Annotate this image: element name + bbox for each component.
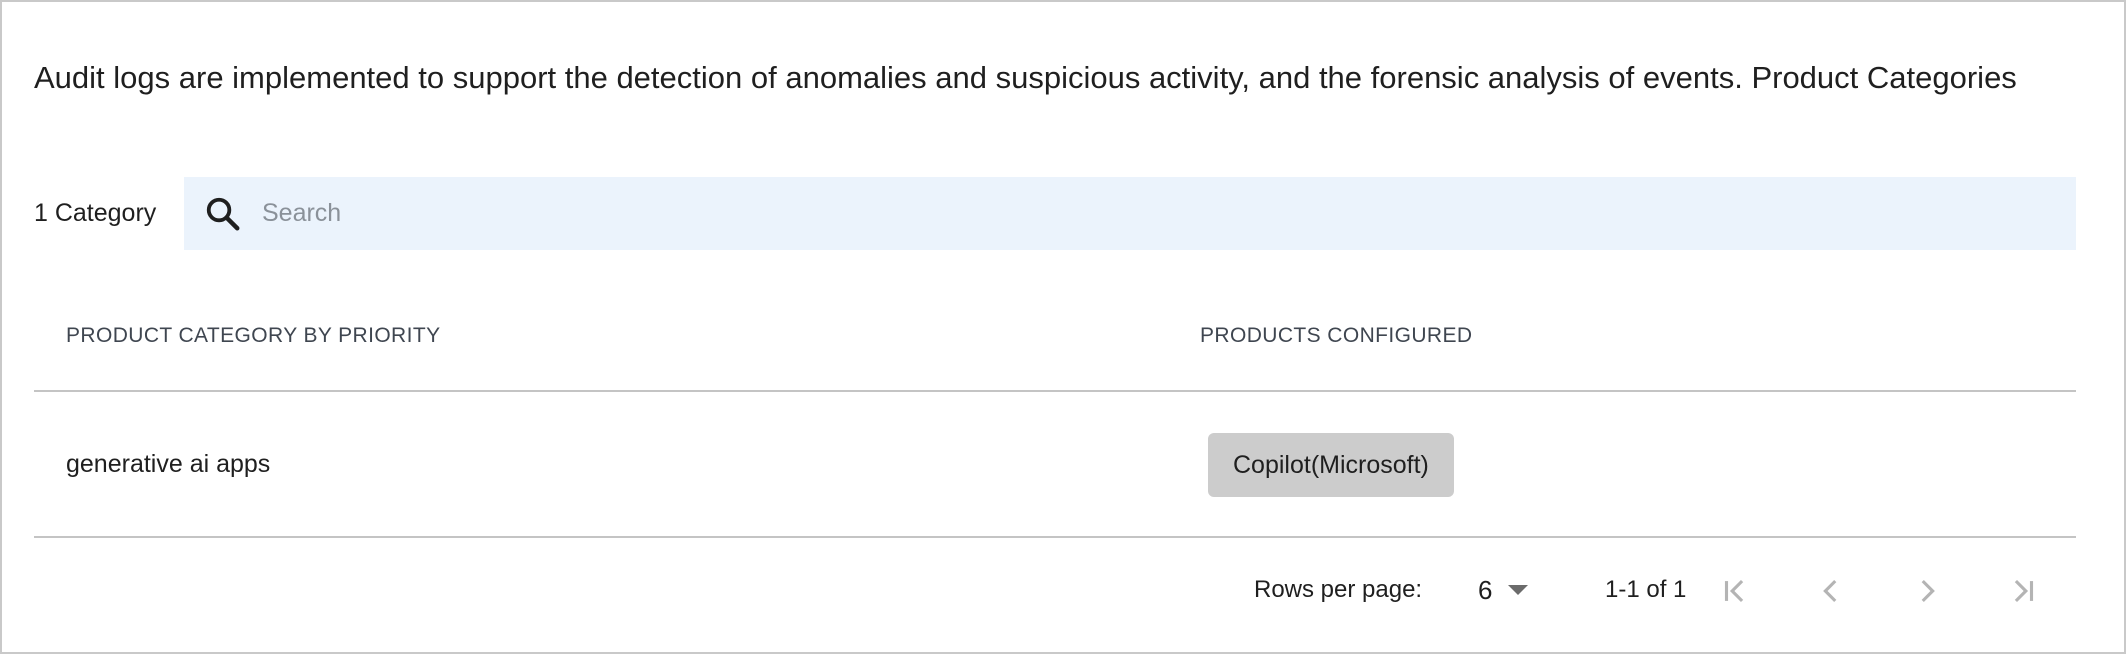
search-input[interactable]	[262, 177, 2052, 250]
category-cell: generative ai apps	[66, 450, 271, 478]
pagination: Rows per page: 6 1-1 of 1	[2, 562, 2126, 618]
column-header-category[interactable]: PRODUCT CATEGORY BY PRIORITY	[66, 324, 441, 348]
page-range-label: 1-1 of 1	[1605, 576, 1687, 603]
column-header-products[interactable]: PRODUCTS CONFIGURED	[1200, 324, 1472, 348]
audit-log-panel: Audit logs are implemented to support th…	[0, 0, 2126, 654]
rows-per-page-label: Rows per page:	[1254, 576, 1423, 603]
first-page-icon[interactable]	[1718, 574, 1752, 608]
search-box[interactable]	[184, 177, 2076, 250]
table-header: PRODUCT CATEGORY BY PRIORITY PRODUCTS CO…	[34, 282, 2076, 392]
toolbar: 1 Category	[34, 177, 2076, 250]
rows-per-page-select[interactable]: 6	[1478, 570, 1529, 610]
table-row[interactable]: generative ai apps Copilot(Microsoft)	[34, 392, 2076, 538]
description-text: Audit logs are implemented to support th…	[34, 60, 2017, 95]
chevron-right-icon[interactable]	[1910, 574, 1944, 608]
search-icon	[204, 195, 242, 233]
rows-per-page-value: 6	[1478, 574, 1493, 605]
last-page-icon[interactable]	[2006, 574, 2040, 608]
product-chip[interactable]: Copilot(Microsoft)	[1208, 433, 1454, 497]
chevron-left-icon[interactable]	[1814, 574, 1848, 608]
category-count: 1 Category	[34, 199, 157, 227]
product-category-table: PRODUCT CATEGORY BY PRIORITY PRODUCTS CO…	[34, 282, 2076, 538]
caret-down-icon	[1508, 585, 1529, 595]
